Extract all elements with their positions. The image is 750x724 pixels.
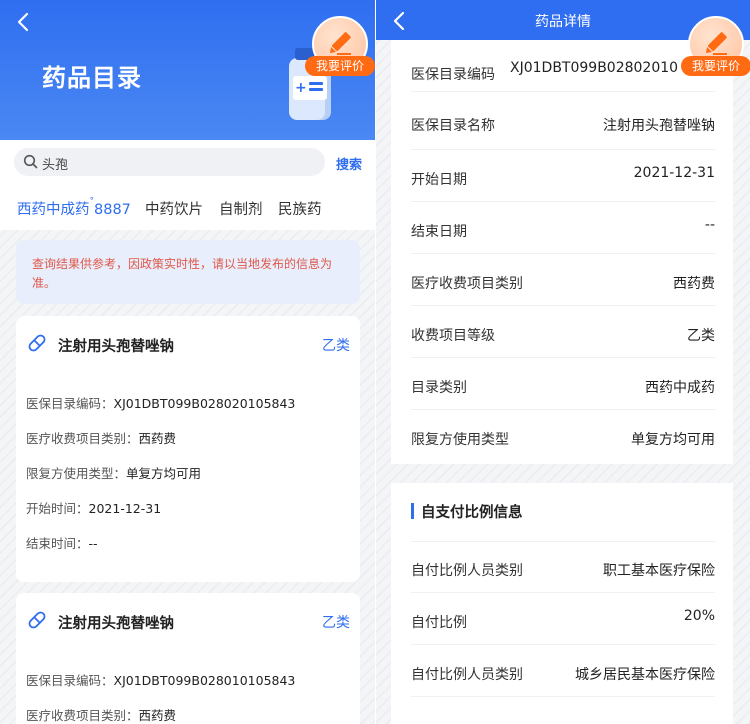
detail-row-start-date: 开始日期 2021-12-31 — [411, 150, 715, 202]
detail-row-fee-grade: 收费项目等级 乙类 — [411, 306, 715, 358]
rate-button[interactable]: 我要评价 — [681, 16, 750, 78]
drug-card[interactable]: 注射用头孢替唑钠 乙类 医保目录编码：XJ01DBT099B0280101058… — [16, 593, 360, 724]
tab-hospital-preparation[interactable]: 自制剂 — [219, 198, 263, 219]
page-title: 药品目录 — [42, 64, 142, 92]
drug-name: 注射用头孢替唑钠 — [58, 616, 174, 632]
detail-row-fee-category: 医疗收费项目类别 西药费 — [411, 254, 715, 306]
edit-pencil-icon — [706, 32, 727, 55]
detail-row-end-date: 结束日期 -- — [411, 202, 715, 254]
field-catalog-code: 医保目录编码：XJ01DBT099B028020105843 — [26, 396, 296, 411]
drug-catalog-screen: 药品目录 + 我要评价 头孢 搜索 西药中成药˚8887 中药饮片 自制剂 民族… — [0, 0, 375, 724]
capsule-icon — [28, 611, 46, 629]
tab-western-medicine[interactable]: 西药中成药˚8887 — [17, 198, 131, 219]
field-compound-type: 限复方使用类型：单复方均可用 — [26, 466, 202, 481]
search-input[interactable]: 头孢 — [14, 148, 325, 176]
drug-card[interactable]: 注射用头孢替唑钠 乙类 医保目录编码：XJ01DBT099B0280201058… — [16, 316, 360, 582]
ratio-row: 自付比例人员类别 城乡居民基本医疗保险 — [411, 645, 715, 697]
tab-label: 西药中成药 — [17, 202, 90, 218]
drug-detail-screen: 药品详情 医保目录编码 XJ01DBT099B02802010 医保目录名称 注… — [376, 0, 750, 724]
field-catalog-code: 医保目录编码：XJ01DBT099B028010105843 — [26, 673, 296, 688]
detail-row-compound-type: 限复方使用类型 单复方均可用 — [411, 432, 715, 448]
drug-class: 乙类 — [322, 615, 350, 631]
rate-button[interactable]: 我要评价 — [305, 16, 375, 78]
detail-row-catalog-type: 目录类别 西药中成药 — [411, 358, 715, 410]
detail-panel: 医保目录编码 XJ01DBT099B02802010 医保目录名称 注射用头孢替… — [391, 40, 733, 464]
tab-ethnic-medicine[interactable]: 民族药 — [278, 198, 322, 219]
detail-row-catalog-code: 医保目录编码 XJ01DBT099B02802010 — [411, 40, 715, 92]
tab-herbal-pieces[interactable]: 中药饮片 — [145, 198, 203, 219]
field-fee-category: 医疗收费项目类别：西药费 — [26, 431, 177, 446]
self-pay-ratio-panel: 自支付比例信息 自付比例人员类别 职工基本医疗保险 自付比例 20% 自付比例人… — [391, 483, 733, 724]
search-value: 头孢 — [42, 158, 69, 173]
back-arrow-icon[interactable] — [16, 12, 30, 37]
field-start-time: 开始时间：2021-12-31 — [26, 501, 162, 516]
rate-label: 我要评价 — [305, 56, 375, 76]
category-tabs: 西药中成药˚8887 中药饮片 自制剂 民族药 — [0, 184, 375, 230]
search-button[interactable]: 搜索 — [336, 154, 362, 173]
drug-name: 注射用头孢替唑钠 — [58, 339, 174, 355]
drug-class: 乙类 — [322, 338, 350, 354]
capsule-icon — [28, 334, 46, 352]
field-end-time: 结束时间：-- — [26, 536, 98, 551]
ratio-row: 自付比例人员类别 职工基本医疗保险 — [411, 541, 715, 593]
edit-pencil-icon — [330, 32, 351, 55]
rate-label: 我要评价 — [681, 56, 750, 76]
search-icon — [23, 154, 38, 169]
notice-banner: 查询结果供参考，因政策实时性，请以当地发布的信息为准。 — [16, 240, 360, 304]
ratio-row: 自付比例 20% — [411, 593, 715, 645]
section-title: 自支付比例信息 — [421, 505, 523, 521]
search-bar: 头孢 搜索 — [0, 140, 375, 184]
field-fee-category: 医疗收费项目类别：西药费 — [26, 708, 177, 723]
tab-count: 8887 — [94, 202, 131, 218]
detail-row-catalog-name: 医保目录名称 注射用头孢替唑钠 — [411, 98, 715, 150]
